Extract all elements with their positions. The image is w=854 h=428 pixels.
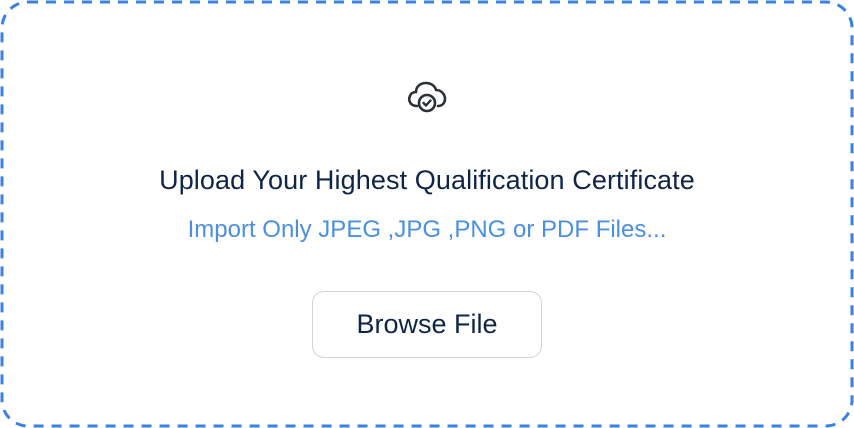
browse-file-button[interactable]: Browse File bbox=[312, 291, 542, 358]
dropzone-border bbox=[0, 0, 854, 428]
cloud-check-icon bbox=[403, 73, 451, 121]
upload-subtitle: Import Only JPEG ,JPG ,PNG or PDF Files.… bbox=[187, 216, 667, 243]
upload-dropzone[interactable]: Upload Your Highest Qualification Certif… bbox=[0, 0, 854, 428]
upload-title: Upload Your Highest Qualification Certif… bbox=[159, 165, 695, 195]
